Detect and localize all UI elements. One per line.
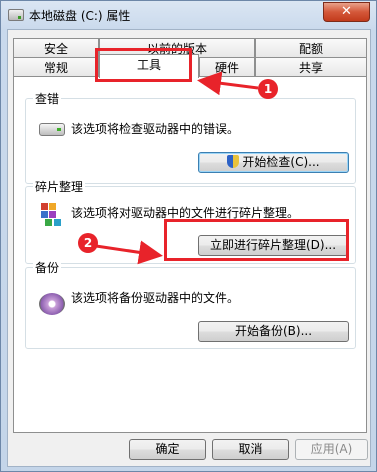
error-checking-group: 查错 该选项将检查驱动器中的错误。 开始检查(C)... [25, 90, 356, 184]
tab-security[interactable]: 安全 [13, 38, 99, 59]
backup-title: 备份 [33, 259, 62, 276]
tab-general[interactable]: 常规 [13, 57, 99, 78]
backup-now-button[interactable]: 开始备份(B)... [198, 321, 349, 342]
error-checking-title: 查错 [33, 90, 62, 107]
check-now-label: 开始检查(C)... [242, 155, 320, 169]
tab-hardware[interactable]: 硬件 [199, 57, 255, 78]
defragmentation-title: 碎片整理 [33, 178, 86, 195]
backup-disc-icon [39, 293, 65, 315]
cancel-button[interactable]: 取消 [212, 439, 289, 460]
backup-description: 该选项将备份驱动器中的文件。 [71, 291, 240, 305]
title-bar[interactable]: 本地磁盘 (C:) 属性 ✕ [1, 1, 376, 29]
drive-icon [8, 9, 24, 21]
apply-button[interactable]: 应用(A) [295, 439, 368, 460]
tab-quota[interactable]: 配额 [255, 38, 367, 59]
ok-button[interactable]: 确定 [129, 439, 206, 460]
defrag-button-highlight [164, 219, 349, 261]
close-button[interactable]: ✕ [323, 2, 370, 22]
step-marker-2: 2 [78, 233, 98, 253]
backup-group: 备份 该选项将备份驱动器中的文件。 开始备份(B)... [25, 259, 356, 349]
hard-drive-icon [39, 123, 65, 136]
check-now-button[interactable]: 开始检查(C)... [198, 152, 349, 173]
tools-tab-highlight [95, 48, 192, 82]
error-checking-description: 该选项将检查驱动器中的错误。 [71, 122, 240, 136]
uac-shield-icon [227, 155, 240, 168]
tab-sharing[interactable]: 共享 [255, 57, 367, 78]
step-marker-1: 1 [258, 79, 278, 99]
window-title: 本地磁盘 (C:) 属性 [29, 9, 131, 23]
defrag-icon [41, 203, 63, 227]
